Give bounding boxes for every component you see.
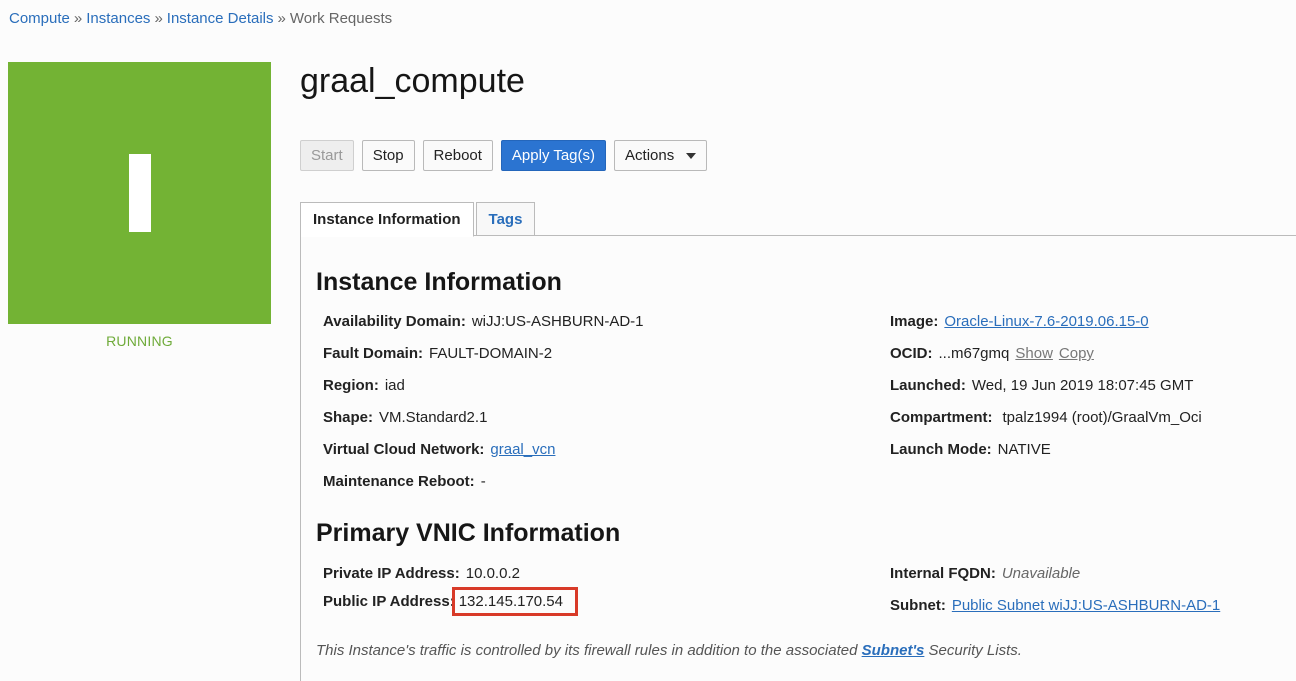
private-ip-field: Private IP Address: 10.0.0.2 (323, 565, 520, 582)
chevron-down-icon (686, 152, 697, 159)
field-label: Maintenance Reboot: (323, 473, 475, 490)
field-value: tpalz1994 (root)/GraalVm_Oci (1002, 409, 1202, 426)
vnic-information-heading: Primary VNIC Information (316, 519, 621, 547)
instance-information-heading: Instance Information (316, 268, 562, 296)
breadcrumb-current: Work Requests (289, 10, 393, 27)
field-value: Wed, 19 Jun 2019 18:07:45 GMT (971, 377, 1194, 394)
field-label: Compartment: (890, 409, 993, 426)
field-label: Launched: (890, 377, 966, 394)
maintenance-reboot-field: Maintenance Reboot: - (323, 473, 486, 490)
start-button[interactable]: Start (300, 140, 354, 171)
field-value: - (480, 473, 486, 490)
breadcrumb-separator: » (277, 10, 286, 27)
field-value: NATIVE (997, 441, 1051, 458)
ocid-copy-link[interactable]: Copy (1059, 345, 1094, 362)
launched-field: Launched: Wed, 19 Jun 2019 18:07:45 GMT (890, 377, 1193, 394)
field-label: Internal FQDN: (890, 565, 996, 582)
field-label: Availability Domain: (323, 313, 466, 330)
instance-state-label: RUNNING (106, 333, 173, 349)
field-value: ...m67gmq (938, 345, 1010, 362)
field-label: Image: (890, 313, 939, 330)
firewall-note: This Instance's traffic is controlled by… (316, 642, 1022, 659)
reboot-button[interactable]: Reboot (422, 140, 493, 171)
field-label: Public IP Address: (323, 593, 455, 610)
field-label: Private IP Address: (323, 565, 460, 582)
field-label: Region: (323, 377, 379, 394)
shape-field: Shape: VM.Standard2.1 (323, 409, 487, 426)
fault-domain-field: Fault Domain: FAULT-DOMAIN-2 (323, 345, 552, 362)
image-link[interactable]: Oracle-Linux-7.6-2019.06.15-0 (944, 313, 1148, 330)
vcn-link[interactable]: graal_vcn (490, 441, 555, 458)
breadcrumb-compute[interactable]: Compute (9, 10, 70, 27)
panel-border (300, 236, 301, 681)
apply-tags-button[interactable]: Apply Tag(s) (500, 140, 607, 171)
breadcrumb: Compute» Instances» Instance Details» Work … (9, 10, 392, 27)
breadcrumb-instance-details[interactable]: Instance Details (167, 10, 274, 27)
compartment-field: Compartment: tpalz1994 (root)/GraalVm_Oci (890, 409, 1202, 426)
field-label: Subnet: (890, 597, 946, 614)
field-value: VM.Standard2.1 (379, 409, 488, 426)
actions-label: Actions (625, 147, 675, 164)
internal-fqdn-field: Internal FQDN: Unavailable (890, 565, 1080, 582)
breadcrumb-separator: » (73, 10, 83, 27)
tab-tags[interactable]: Tags (475, 202, 536, 236)
field-label: Fault Domain: (323, 345, 423, 362)
ocid-show-link[interactable]: Show (1015, 345, 1053, 362)
public-ip-field: Public IP Address: 132.145.170.54 (323, 587, 578, 616)
field-value: Unavailable (1001, 565, 1081, 582)
instance-icon-tile (8, 62, 271, 324)
field-label: Shape: (323, 409, 374, 426)
tab-instance-information[interactable]: Instance Information (300, 202, 474, 237)
field-value: iad (384, 377, 405, 394)
subnet-link[interactable]: Public Subnet wiJJ:US-ASHBURN-AD-1 (952, 597, 1220, 614)
breadcrumb-separator: » (154, 10, 163, 27)
field-value: 10.0.0.2 (465, 565, 520, 582)
page-title: graal_compute (300, 62, 525, 100)
tab-bar: Instance Information Tags (300, 202, 537, 237)
field-label: Virtual Cloud Network: (323, 441, 485, 458)
availability-domain-field: Availability Domain: wiJJ:US-ASHBURN-AD-1 (323, 313, 644, 330)
instance-letter-icon (128, 154, 151, 232)
breadcrumb-instances[interactable]: Instances (86, 10, 150, 27)
tab-divider (474, 235, 1296, 236)
note-suffix: Security Lists. (928, 642, 1022, 659)
region-field: Region: iad (323, 377, 405, 394)
action-toolbar: Start Stop Reboot Apply Tag(s) Actions (300, 140, 708, 171)
vcn-field: Virtual Cloud Network: graal_vcn (323, 441, 555, 458)
subnets-link[interactable]: Subnet's (862, 642, 925, 659)
field-label: Launch Mode: (890, 441, 992, 458)
actions-dropdown-button[interactable]: Actions (614, 140, 708, 171)
field-value: wiJJ:US-ASHBURN-AD-1 (471, 313, 644, 330)
field-label: OCID: (890, 345, 933, 362)
subnet-field: Subnet: Public Subnet wiJJ:US-ASHBURN-AD-… (890, 597, 1220, 614)
ocid-field: OCID: ...m67gmq Show Copy (890, 345, 1094, 362)
image-field: Image: Oracle-Linux-7.6-2019.06.15-0 (890, 313, 1149, 330)
field-value: FAULT-DOMAIN-2 (429, 345, 553, 362)
launch-mode-field: Launch Mode: NATIVE (890, 441, 1051, 458)
public-ip-value: 132.145.170.54 (451, 587, 578, 616)
stop-button[interactable]: Stop (361, 140, 415, 171)
note-prefix: This Instance's traffic is controlled by… (316, 642, 858, 659)
